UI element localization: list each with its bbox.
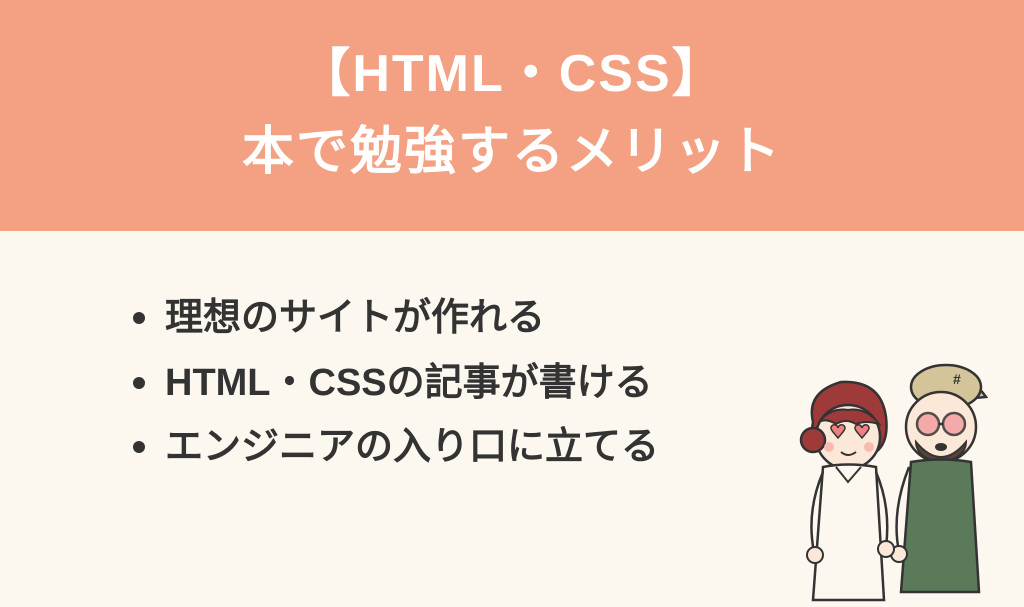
svg-text:#: # [953, 371, 961, 387]
bullet-text: エンジニアの入り口に立てる [165, 426, 659, 468]
character-left-icon [801, 382, 894, 600]
bullet-text: HTML・CSSの記事が書ける [165, 362, 653, 404]
bullet-text: 理想のサイトが作れる [165, 297, 545, 339]
list-item: 理想のサイトが作れる [125, 286, 934, 351]
character-right-icon: # [891, 365, 986, 592]
header-banner: 【HTML・CSS】 本で勉強するメリット [0, 0, 1024, 231]
header-title-line2: 本で勉強するメリット [20, 113, 1004, 191]
characters-illustration: # [781, 352, 1006, 607]
header-title-line1: 【HTML・CSS】 [20, 35, 1004, 113]
body-section: 理想のサイトが作れる HTML・CSSの記事が書ける エンジニアの入り口に立てる… [0, 231, 1024, 592]
